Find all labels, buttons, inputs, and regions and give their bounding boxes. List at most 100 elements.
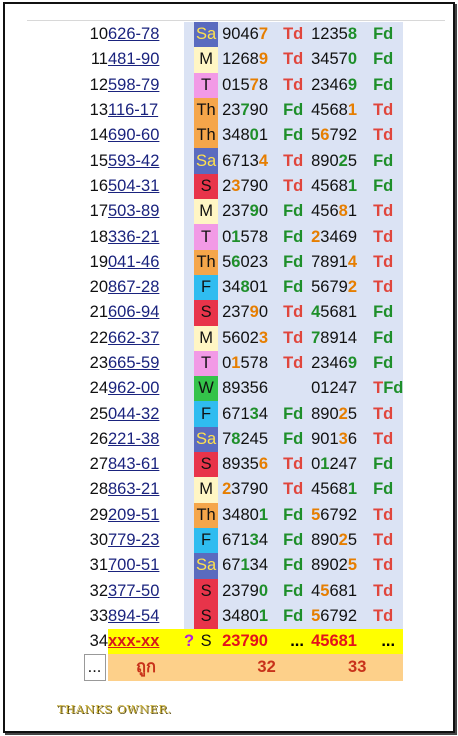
number-group-1: 23790: [222, 173, 284, 200]
row-code[interactable]: 662-37: [108, 325, 184, 351]
day-badge: S: [194, 452, 219, 478]
spacer: [184, 249, 195, 275]
row-code-link[interactable]: 503-89: [108, 202, 159, 220]
row-code[interactable]: 626-78: [108, 22, 184, 48]
status-2: Fd: [373, 22, 404, 48]
row-code-link[interactable]: 690-60: [108, 126, 159, 144]
row-code-link[interactable]: 843-61: [108, 455, 159, 473]
row-code[interactable]: 116-17: [108, 97, 184, 124]
results-table: 10 626-78 Sa 90467 Td 12358 Fd 11 481-90 M 12689 Td…: [81, 22, 404, 682]
row-code-link[interactable]: 962-00: [108, 379, 159, 397]
row-code[interactable]: 481-90: [108, 47, 184, 73]
spacer: [184, 350, 195, 377]
number-group-1: 67134: [222, 527, 284, 554]
row-code-link[interactable]: 336-21: [108, 228, 159, 246]
row-code-link[interactable]: 867-28: [108, 278, 159, 296]
row-code-link[interactable]: 481-90: [108, 50, 159, 68]
row-code-link[interactable]: 606-94: [108, 303, 159, 321]
row-code[interactable]: 504-31: [108, 173, 184, 200]
row-code-link[interactable]: 504-31: [108, 177, 159, 195]
row-code[interactable]: 863-21: [108, 477, 184, 503]
thanks-caption: THANKS OWNER.: [57, 702, 172, 716]
row-code[interactable]: 779-23: [108, 527, 184, 554]
table-row: 26 221-38 Sa 78245 Fd 90136 Td: [81, 426, 404, 453]
row-number: 25: [81, 401, 108, 427]
status-1: Fd: [283, 578, 312, 604]
status-1: Fd: [283, 426, 312, 453]
status-2: Td: [373, 274, 404, 301]
spacer: [184, 426, 195, 453]
number-group-1: 56023: [222, 249, 284, 275]
row-code[interactable]: 843-61: [108, 452, 184, 478]
day-badge: Sa: [194, 553, 219, 579]
status-2: Fd: [373, 173, 404, 200]
number-group-1: 12689: [222, 47, 284, 73]
row-code[interactable]: xxx-xx: [108, 629, 184, 655]
row-code-link[interactable]: 116-17: [108, 101, 158, 119]
row-code[interactable]: 894-54: [108, 603, 184, 630]
status-2: Td: [373, 578, 404, 604]
row-code[interactable]: 962-00: [108, 376, 184, 402]
row-code[interactable]: 377-50: [108, 578, 184, 604]
row-code-link[interactable]: 665-59: [108, 354, 159, 372]
row-number: 10: [81, 22, 108, 48]
row-code[interactable]: 336-21: [108, 224, 184, 250]
number-group-1: 34801: [222, 123, 284, 149]
row-code-link[interactable]: 894-54: [108, 607, 159, 625]
status-1: Fd: [283, 199, 312, 225]
row-number: 17: [81, 199, 108, 225]
row-code-link[interactable]: 662-37: [108, 329, 159, 347]
row-code-link[interactable]: 598-79: [108, 76, 159, 94]
row-code[interactable]: 867-28: [108, 274, 184, 301]
row-code[interactable]: 665-59: [108, 350, 184, 377]
spacer: [184, 401, 195, 427]
row-code[interactable]: 209-51: [108, 502, 184, 528]
row-code-link[interactable]: 209-51: [108, 506, 159, 524]
row-code[interactable]: 606-94: [108, 300, 184, 326]
row-code-link[interactable]: 041-46: [108, 253, 159, 271]
prediction-row: 34 xxx-xx ? S 23790 ... 45681 ...: [81, 629, 404, 655]
row-code-link[interactable]: 593-42: [108, 152, 159, 170]
table-row: 14 690-60 Th 34801 Fd 56792 Td: [81, 123, 404, 149]
status-2: Td: [373, 426, 404, 453]
spacer: [184, 527, 195, 554]
row-code-link[interactable]: 626-78: [108, 25, 159, 43]
row-number: 19: [81, 249, 108, 275]
day-badge: W: [194, 376, 219, 402]
row-number: 23: [81, 350, 108, 377]
spacer: [184, 452, 195, 478]
status-2: Td: [373, 401, 404, 427]
number-group-1: 90467: [222, 22, 284, 48]
table-row: 18 336-21 T 01578 Fd 23469 Td: [81, 224, 404, 250]
row-code-link[interactable]: 700-51: [108, 556, 159, 574]
summary-total-1: 32: [222, 654, 312, 682]
row-code-link[interactable]: xxx-xx: [108, 632, 159, 650]
table-row: 31 700-51 Sa 67134 Fd 89025 Td: [81, 553, 404, 579]
number-group-1: 78245: [222, 426, 284, 453]
row-code-link[interactable]: 863-21: [108, 480, 159, 498]
row-code[interactable]: 221-38: [108, 426, 184, 453]
row-number: 33: [81, 603, 108, 630]
row-code[interactable]: 503-89: [108, 199, 184, 225]
row-code[interactable]: 041-46: [108, 249, 184, 275]
row-code-link[interactable]: 044-32: [108, 405, 159, 423]
row-code[interactable]: 593-42: [108, 148, 184, 174]
row-code[interactable]: 700-51: [108, 553, 184, 579]
row-code-link[interactable]: 779-23: [108, 531, 159, 549]
row-number: 32: [81, 578, 108, 604]
spacer: [184, 173, 195, 200]
number-group-2: 56792: [311, 603, 374, 630]
page-frame: 10 626-78 Sa 90467 Td 12358 Fd 11 481-90 M 12689 Td…: [3, 2, 455, 733]
spacer: [184, 300, 195, 326]
row-code-link[interactable]: 221-38: [108, 430, 159, 448]
day-badge: Th: [194, 97, 219, 124]
row-number: 24: [81, 376, 108, 402]
row-code[interactable]: 598-79: [108, 72, 184, 98]
day-badge: S: [194, 173, 219, 200]
row-code[interactable]: 044-32: [108, 401, 184, 427]
row-code-link[interactable]: 377-50: [108, 582, 159, 600]
number-group-2: 23469: [311, 224, 374, 250]
row-code[interactable]: 690-60: [108, 123, 184, 149]
day-badge: S: [194, 578, 219, 604]
number-group-1: 01578: [222, 72, 284, 98]
